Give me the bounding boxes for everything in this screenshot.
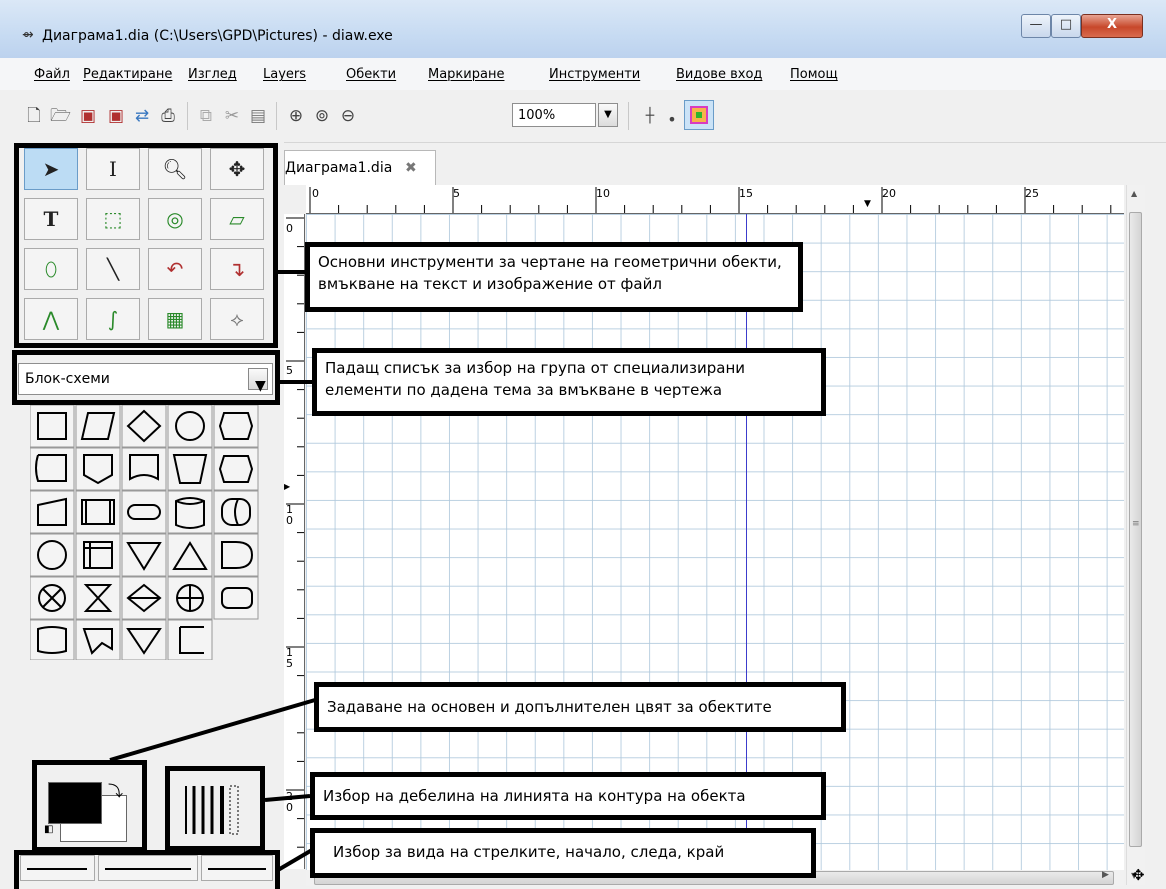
menu-file[interactable]: Файл (34, 67, 70, 82)
zoom-input[interactable]: 100% (512, 103, 596, 127)
menu-bar: Файл Редактиране Изглед Layers Обекти Ма… (0, 58, 1166, 91)
maximize-icon: □ (1059, 17, 1073, 32)
scroll-right-icon[interactable]: ▶ (1102, 870, 1109, 880)
minimize-icon: — (1029, 17, 1043, 32)
annotation-tools: Основни инструменти за чертане на геомет… (305, 242, 803, 312)
chevron-down-icon: ▼ (604, 109, 612, 120)
tools-highlight-box (14, 143, 278, 348)
minimize-button[interactable]: — (1021, 14, 1051, 38)
save-as-icon[interactable]: ▣ (106, 106, 126, 126)
toolbar-separator (187, 102, 188, 130)
tab-close-icon[interactable]: ✖ (405, 151, 417, 185)
annotation-lines: Избор на дебелина на линията на контура … (310, 772, 826, 820)
vruler-label-15: 1 5 (286, 646, 293, 670)
menu-view[interactable]: Изглед (188, 67, 237, 82)
window-title: Диаграма1.dia (C:\Users\GPD\Pictures) - … (42, 28, 393, 44)
ruler-label-25: 25 (1025, 187, 1039, 200)
menu-select[interactable]: Маркиране (428, 67, 504, 82)
menu-objects[interactable]: Обекти (346, 67, 396, 82)
vruler-label-5: 5 (286, 364, 293, 377)
vertical-ruler-ticks (286, 217, 304, 848)
snap-grid-icon[interactable]: ┼ (640, 106, 660, 126)
scroll-up-icon[interactable]: ▲ (1131, 189, 1137, 198)
annotation-sheet: Падащ списък за избор на група от специа… (312, 348, 826, 416)
object-snap-icon (690, 106, 708, 124)
save-icon[interactable]: ▣ (78, 106, 98, 126)
ruler-label-10: 10 (596, 187, 610, 200)
menu-input-methods[interactable]: Видове вход (676, 67, 762, 82)
ruler-position-marker-icon: ▼ (864, 199, 871, 209)
tab-label: Диаграма1.dia (285, 160, 393, 176)
vertical-ruler: 0 5 1 0 1 5 2 0 ▶ (284, 214, 305, 869)
object-snap-toggle[interactable] (684, 100, 714, 130)
toolbar-separator (276, 102, 277, 130)
ruler-label-20: 20 (882, 187, 896, 200)
tab-diagram[interactable]: Диаграма1.dia ✖ (284, 150, 436, 185)
menu-edit[interactable]: Редактиране (83, 67, 172, 82)
navigate-icon[interactable]: ✥ (1132, 866, 1145, 884)
vertical-scroll-thumb[interactable]: ≡ (1129, 212, 1142, 847)
cut-icon[interactable]: ✂ (222, 106, 242, 126)
zoom-dropdown-button[interactable]: ▼ (598, 103, 618, 127)
lines-highlight-box (165, 766, 265, 851)
copy-icon[interactable]: ⧉ (196, 106, 216, 126)
zoom-in-icon[interactable]: ⊕ (286, 106, 306, 126)
print-icon[interactable]: ⎙ (158, 106, 178, 126)
vruler-position-marker-icon: ▶ (284, 482, 291, 491)
shape-palette-graphics (30, 405, 259, 660)
grip-icon: ≡ (1132, 519, 1140, 529)
arrows-highlight-box (14, 850, 280, 889)
horizontal-ruler-ticks (309, 187, 1112, 213)
vruler-label-20: 2 0 (286, 790, 293, 814)
annotation-arrows: Избор за вида на стрелките, начало, след… (310, 828, 816, 878)
annotation-colors: Задаване на основен и допълнителен цвят … (314, 682, 846, 732)
title-bar: ⇴ Диаграма1.dia (C:\Users\GPD\Pictures) … (0, 0, 1166, 58)
toolbar-separator (628, 102, 629, 130)
snap-point-icon[interactable]: • (662, 110, 682, 130)
paste-icon[interactable]: ▤ (248, 106, 268, 126)
ruler-label-5: 5 (453, 187, 460, 200)
menu-layers[interactable]: Layers (263, 67, 306, 82)
menu-help[interactable]: Помощ (790, 67, 838, 82)
zoom-out-icon[interactable]: ⊖ (338, 106, 358, 126)
sheet-highlight-box (12, 350, 280, 405)
horizontal-ruler: 0 5 10 15 20 25 ▼ (306, 185, 1124, 214)
shape-palette (30, 405, 260, 660)
maximize-button[interactable]: □ (1051, 14, 1081, 38)
ruler-label-15: 15 (739, 187, 753, 200)
menu-tools[interactable]: Инструменти (549, 67, 640, 82)
open-folder-icon[interactable]: 🗁 (50, 106, 71, 126)
vruler-label-10: 1 0 (286, 503, 293, 527)
app-icon: ⇴ (22, 27, 34, 43)
export-icon[interactable]: ⇄ (132, 106, 152, 126)
vruler-label-0: 0 (286, 222, 293, 235)
new-file-icon[interactable]: 🗋 (24, 106, 44, 126)
close-icon: X (1106, 17, 1118, 32)
colors-highlight-box (32, 760, 147, 852)
ruler-label-0: 0 (312, 187, 319, 200)
zoom-fit-icon[interactable]: ⊚ (312, 106, 332, 126)
close-button[interactable]: X (1081, 14, 1143, 38)
toolbar: 🗋 🗁 ▣ ▣ ⇄ ⎙ ⧉ ✂ ▤ ⊕ ⊚ ⊖ 100% ▼ ┼ • (0, 90, 1166, 143)
app-window: ⇴ Диаграма1.dia (C:\Users\GPD\Pictures) … (0, 0, 1166, 889)
